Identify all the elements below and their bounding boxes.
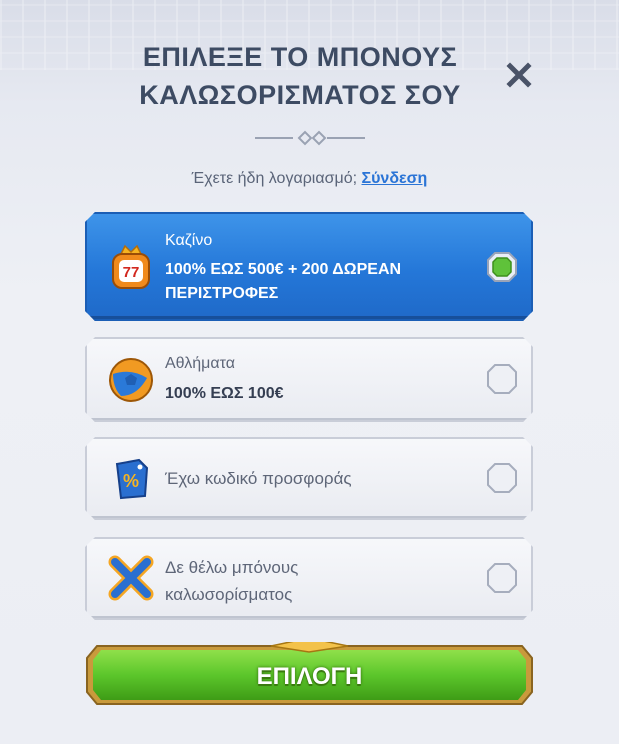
option-bonus-title: 100% ΕΩΣ 500€ + 200 ΔΩΡΕΑΝ ΠΕΡΙΣΤΡΟΦΕΣ [165, 261, 402, 302]
login-prompt-text: Έχετε ήδη λογαριασμό; [191, 170, 358, 187]
football-icon [107, 356, 155, 404]
radio-unselected-icon[interactable] [487, 563, 517, 593]
option-category-label: Καζίνο [165, 232, 213, 249]
bonus-option-no-bonus[interactable]: Δε θέλω μπόνους καλωσορίσματος [85, 537, 533, 620]
svg-text:%: % [123, 471, 139, 491]
bonus-option-casino[interactable]: 77 Καζίνο 100% ΕΩΣ 500€ + 200 ΔΩΡΕΑΝ ΠΕΡ… [85, 212, 533, 321]
radio-selected-icon[interactable] [487, 252, 517, 282]
option-category-label: Αθλήματα [165, 355, 235, 372]
option-bonus-title: 100% ΕΩΣ 100€ [165, 385, 284, 402]
bonus-option-promo-code[interactable]: % Έχω κωδικό προσφοράς [85, 437, 533, 520]
promo-code-tag-icon: % [107, 454, 155, 502]
login-prompt: Έχετε ήδη λογαριασμό; Σύνδεση [0, 170, 619, 188]
option-category-label: Δε θέλω μπόνους καλωσορίσματος [165, 558, 299, 604]
no-bonus-x-icon [107, 554, 155, 602]
login-link[interactable]: Σύνδεση [362, 170, 428, 187]
page-title-line2: ΚΑΛΩΣΟΡΙΣΜΑΤΟΣ ΣΟΥ [139, 80, 461, 110]
close-icon [506, 62, 532, 88]
select-button-label: ΕΠΙΛΟΓΗ [256, 663, 363, 690]
bonus-option-sports[interactable]: Αθλήματα 100% ΕΩΣ 100€ [85, 337, 533, 422]
slot-machine-icon: 77 [107, 244, 155, 292]
option-category-label: Έχω κωδικό προσφοράς [165, 469, 352, 488]
radio-unselected-icon[interactable] [487, 364, 517, 394]
radio-unselected-icon[interactable] [487, 463, 517, 493]
page-title-line1: ΕΠΙΛΕΞΕ ΤΟ ΜΠΟΝΟΥΣ [142, 42, 458, 72]
ornament-divider [255, 130, 365, 146]
select-button[interactable]: ΕΠΙΛΟΓΗ [85, 642, 534, 708]
close-button[interactable] [504, 60, 534, 90]
svg-text:77: 77 [123, 264, 140, 281]
